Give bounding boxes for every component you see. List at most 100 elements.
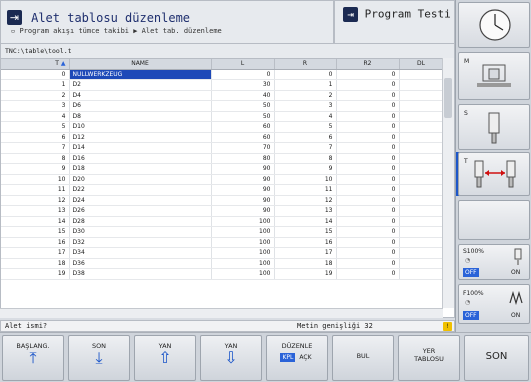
- cell-l[interactable]: 80: [211, 153, 275, 164]
- cell-r2[interactable]: 0: [336, 184, 400, 196]
- cell-r[interactable]: 14: [274, 216, 337, 227]
- page-up-softkey[interactable]: YAN ⇧: [134, 335, 196, 381]
- cell-r[interactable]: 16: [274, 237, 337, 248]
- cell-r[interactable]: 8: [274, 153, 337, 164]
- cell-t[interactable]: 15: [1, 226, 70, 238]
- cell-name[interactable]: D20: [69, 174, 212, 185]
- cell-r[interactable]: 9: [274, 163, 337, 175]
- cell-l[interactable]: 90: [211, 205, 275, 217]
- clock-button[interactable]: [458, 2, 530, 48]
- column-header-dl[interactable]: DL: [399, 59, 444, 70]
- cell-dl[interactable]: [399, 132, 444, 143]
- cell-t[interactable]: 14: [1, 216, 70, 227]
- empty-button[interactable]: [458, 200, 530, 240]
- cell-l[interactable]: 50: [211, 100, 275, 112]
- cell-name[interactable]: D38: [69, 268, 212, 280]
- cell-r2[interactable]: 0: [336, 121, 400, 133]
- cell-t[interactable]: 1: [1, 79, 70, 91]
- table-row[interactable]: 4 D8 50 4 0: [1, 111, 444, 122]
- cell-r[interactable]: 3: [274, 100, 337, 112]
- cell-name[interactable]: D18: [69, 163, 212, 175]
- cell-l[interactable]: 90: [211, 174, 275, 185]
- cell-dl[interactable]: [399, 268, 444, 280]
- cell-name[interactable]: D8: [69, 111, 212, 122]
- cell-name[interactable]: NULLWERKZEUG: [69, 69, 212, 80]
- cell-name[interactable]: D6: [69, 100, 212, 112]
- find-softkey[interactable]: BUL: [332, 335, 394, 381]
- column-header-l[interactable]: L: [211, 59, 275, 70]
- cell-l[interactable]: 90: [211, 195, 275, 206]
- cell-dl[interactable]: [399, 163, 444, 175]
- cell-t[interactable]: 5: [1, 121, 70, 133]
- cell-l[interactable]: 90: [211, 163, 275, 175]
- spindle-override[interactable]: S100% ◔ OFF ON: [458, 244, 530, 280]
- table-row[interactable]: 19 D38 100 19 0: [1, 268, 444, 280]
- pocket-table-softkey[interactable]: YER TABLOSU: [398, 335, 460, 381]
- cell-r[interactable]: 19: [274, 268, 337, 280]
- cell-r2[interactable]: 0: [336, 90, 400, 101]
- table-row[interactable]: 10 D20 90 10 0: [1, 174, 444, 185]
- cell-dl[interactable]: [399, 205, 444, 217]
- cell-name[interactable]: D24: [69, 195, 212, 206]
- page-down-softkey[interactable]: YAN ⇩: [200, 335, 262, 381]
- cell-r[interactable]: 18: [274, 258, 337, 269]
- cell-dl[interactable]: [399, 79, 444, 91]
- cell-r[interactable]: 13: [274, 205, 337, 217]
- cell-t[interactable]: 9: [1, 163, 70, 175]
- cell-name[interactable]: D16: [69, 153, 212, 164]
- table-row[interactable]: 17 D34 100 17 0: [1, 247, 444, 259]
- cell-t[interactable]: 2: [1, 90, 70, 101]
- cell-l[interactable]: 100: [211, 237, 275, 248]
- cell-dl[interactable]: [399, 142, 444, 154]
- cell-name[interactable]: D4: [69, 90, 212, 101]
- begin-softkey[interactable]: BAŞLANG. ⤒: [2, 335, 64, 381]
- cell-t[interactable]: 19: [1, 268, 70, 280]
- cell-dl[interactable]: [399, 69, 444, 80]
- cell-r2[interactable]: 0: [336, 132, 400, 143]
- cell-r2[interactable]: 0: [336, 226, 400, 238]
- cell-t[interactable]: 13: [1, 205, 70, 217]
- cell-l[interactable]: 30: [211, 79, 275, 91]
- cell-t[interactable]: 18: [1, 258, 70, 269]
- m-function-button[interactable]: M: [458, 52, 530, 100]
- table-row[interactable]: 16 D32 100 16 0: [1, 237, 444, 248]
- table-row[interactable]: 12 D24 90 12 0: [1, 195, 444, 206]
- cell-r2[interactable]: 0: [336, 163, 400, 175]
- cell-name[interactable]: D10: [69, 121, 212, 133]
- cell-name[interactable]: D14: [69, 142, 212, 154]
- cell-t[interactable]: 0: [1, 69, 70, 80]
- cell-r2[interactable]: 0: [336, 153, 400, 164]
- cell-l[interactable]: 100: [211, 258, 275, 269]
- cell-t[interactable]: 7: [1, 142, 70, 154]
- cell-r2[interactable]: 0: [336, 174, 400, 185]
- cell-r[interactable]: 10: [274, 174, 337, 185]
- cell-l[interactable]: 70: [211, 142, 275, 154]
- cell-name[interactable]: D30: [69, 226, 212, 238]
- column-header-name[interactable]: NAME: [69, 59, 212, 70]
- table-row[interactable]: 1 D2 30 1 0: [1, 79, 444, 91]
- cell-r2[interactable]: 0: [336, 247, 400, 259]
- edit-toggle-softkey[interactable]: DÜZENLE KPL AÇK: [266, 335, 328, 381]
- cell-dl[interactable]: [399, 216, 444, 227]
- cell-name[interactable]: D34: [69, 247, 212, 259]
- cell-t[interactable]: 16: [1, 237, 70, 248]
- cell-r2[interactable]: 0: [336, 111, 400, 122]
- table-row[interactable]: 7 D14 70 7 0: [1, 142, 444, 154]
- cell-r[interactable]: 7: [274, 142, 337, 154]
- cell-t[interactable]: 17: [1, 247, 70, 259]
- cell-name[interactable]: D22: [69, 184, 212, 196]
- cell-r[interactable]: 15: [274, 226, 337, 238]
- cell-dl[interactable]: [399, 153, 444, 164]
- table-row[interactable]: 18 D36 100 18 0: [1, 258, 444, 269]
- cell-dl[interactable]: [399, 184, 444, 196]
- cell-l[interactable]: 100: [211, 216, 275, 227]
- cell-l[interactable]: 60: [211, 121, 275, 133]
- cell-l[interactable]: 100: [211, 268, 275, 280]
- column-header-r2[interactable]: R2: [336, 59, 400, 70]
- cell-l[interactable]: 60: [211, 132, 275, 143]
- table-row[interactable]: 0 NULLWERKZEUG 0 0 0: [1, 69, 444, 80]
- cell-r2[interactable]: 0: [336, 216, 400, 227]
- cell-dl[interactable]: [399, 237, 444, 248]
- table-row[interactable]: 6 D12 60 6 0: [1, 132, 444, 143]
- cell-r2[interactable]: 0: [336, 258, 400, 269]
